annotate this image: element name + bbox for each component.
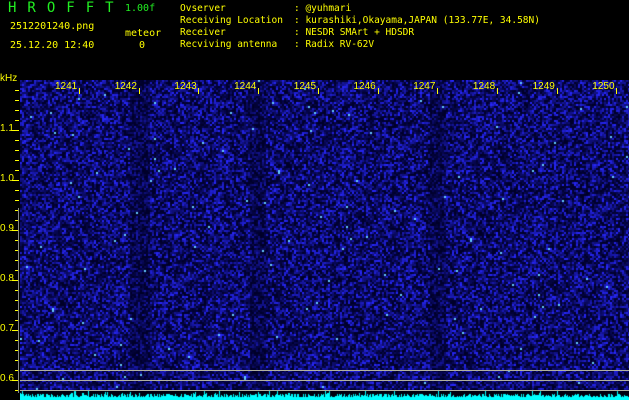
info-row: Receiving Location: kurashiki,Okayama,JA… — [180, 15, 540, 27]
x-tick-label: 1243 — [174, 81, 197, 92]
x-tick — [198, 88, 200, 94]
separator: : — [294, 39, 306, 50]
filename: 2512201240.png — [10, 21, 95, 32]
separator: : — [294, 3, 306, 14]
left-gray-bar — [18, 208, 19, 393]
y-tick-label: 1.1 — [0, 123, 14, 134]
x-tick-label: 1242 — [114, 81, 137, 92]
info-value: @yuhmari — [305, 3, 352, 14]
x-tick-label: 1248 — [472, 81, 496, 92]
horizontal-marker-line — [20, 380, 629, 381]
version: 1.00f — [125, 3, 156, 14]
info-label: Ovserver — [180, 3, 226, 14]
y-tick-label: 0.6 — [0, 373, 14, 384]
y-tick — [15, 170, 19, 171]
waterfall-spectrogram — [20, 80, 629, 400]
x-tick — [317, 88, 319, 94]
y-tick — [15, 110, 19, 111]
info-value: Radix RV-62V — [305, 39, 375, 50]
info-value: NESDR SMArt + HDSDR — [305, 27, 415, 38]
x-tick — [437, 88, 439, 94]
y-tick — [15, 90, 19, 91]
y-tick — [15, 200, 19, 201]
y-tick — [12, 180, 19, 181]
info-row: Recviving antenna: Radix RV-62V — [180, 39, 540, 51]
y-tick-label: 1.0 — [0, 173, 14, 184]
horizontal-marker-line — [20, 370, 629, 371]
meteor-count: 0 — [139, 40, 146, 51]
y-tick — [15, 150, 19, 151]
x-tick — [496, 88, 498, 94]
x-tick-label: 1249 — [532, 81, 555, 92]
x-tick — [258, 88, 260, 94]
y-tick-label: 0.7 — [0, 323, 14, 334]
y-tick-label: 0.8 — [0, 273, 14, 284]
y-tick — [15, 190, 19, 191]
info-label: Receiving Location — [180, 15, 283, 26]
info-row: Receiver: NESDR SMArt + HDSDR — [180, 27, 540, 39]
y-tick — [12, 130, 19, 131]
x-tick-label: 1246 — [353, 81, 376, 92]
y-tick-label: 0.9 — [0, 223, 14, 234]
meteor-label: meteor — [125, 28, 162, 39]
x-tick-label: 1244 — [234, 81, 257, 92]
y-unit: kHz — [0, 73, 18, 84]
info-label: Receiver — [180, 27, 226, 38]
info-label: Recviving antenna — [180, 39, 278, 50]
x-tick-label: 1241 — [55, 81, 78, 92]
info-row: Ovserver: @yuhmari — [180, 3, 540, 15]
x-tick — [79, 88, 80, 94]
separator: : — [294, 27, 306, 38]
x-tick — [138, 88, 140, 94]
x-tick — [556, 88, 558, 94]
separator: : — [294, 15, 306, 26]
y-tick — [15, 100, 19, 101]
y-tick — [15, 120, 19, 121]
y-tick — [15, 160, 19, 161]
station-info: Ovserver: @yuhmari Receiving Location: ku… — [180, 3, 540, 51]
x-tick-label: 1250 — [592, 81, 615, 92]
x-tick — [616, 88, 618, 94]
x-tick-label: 1247 — [413, 81, 436, 92]
x-tick — [377, 88, 379, 94]
app-title: HROFFT — [8, 0, 125, 16]
x-tick-label: 1245 — [293, 81, 317, 92]
y-tick — [15, 140, 19, 141]
info-value: kurashiki,Okayama,JAPAN (133.77E, 34.58N… — [305, 15, 540, 26]
horizontal-marker-line — [20, 390, 629, 391]
datetime: 25.12.20 12:40 — [10, 40, 95, 51]
